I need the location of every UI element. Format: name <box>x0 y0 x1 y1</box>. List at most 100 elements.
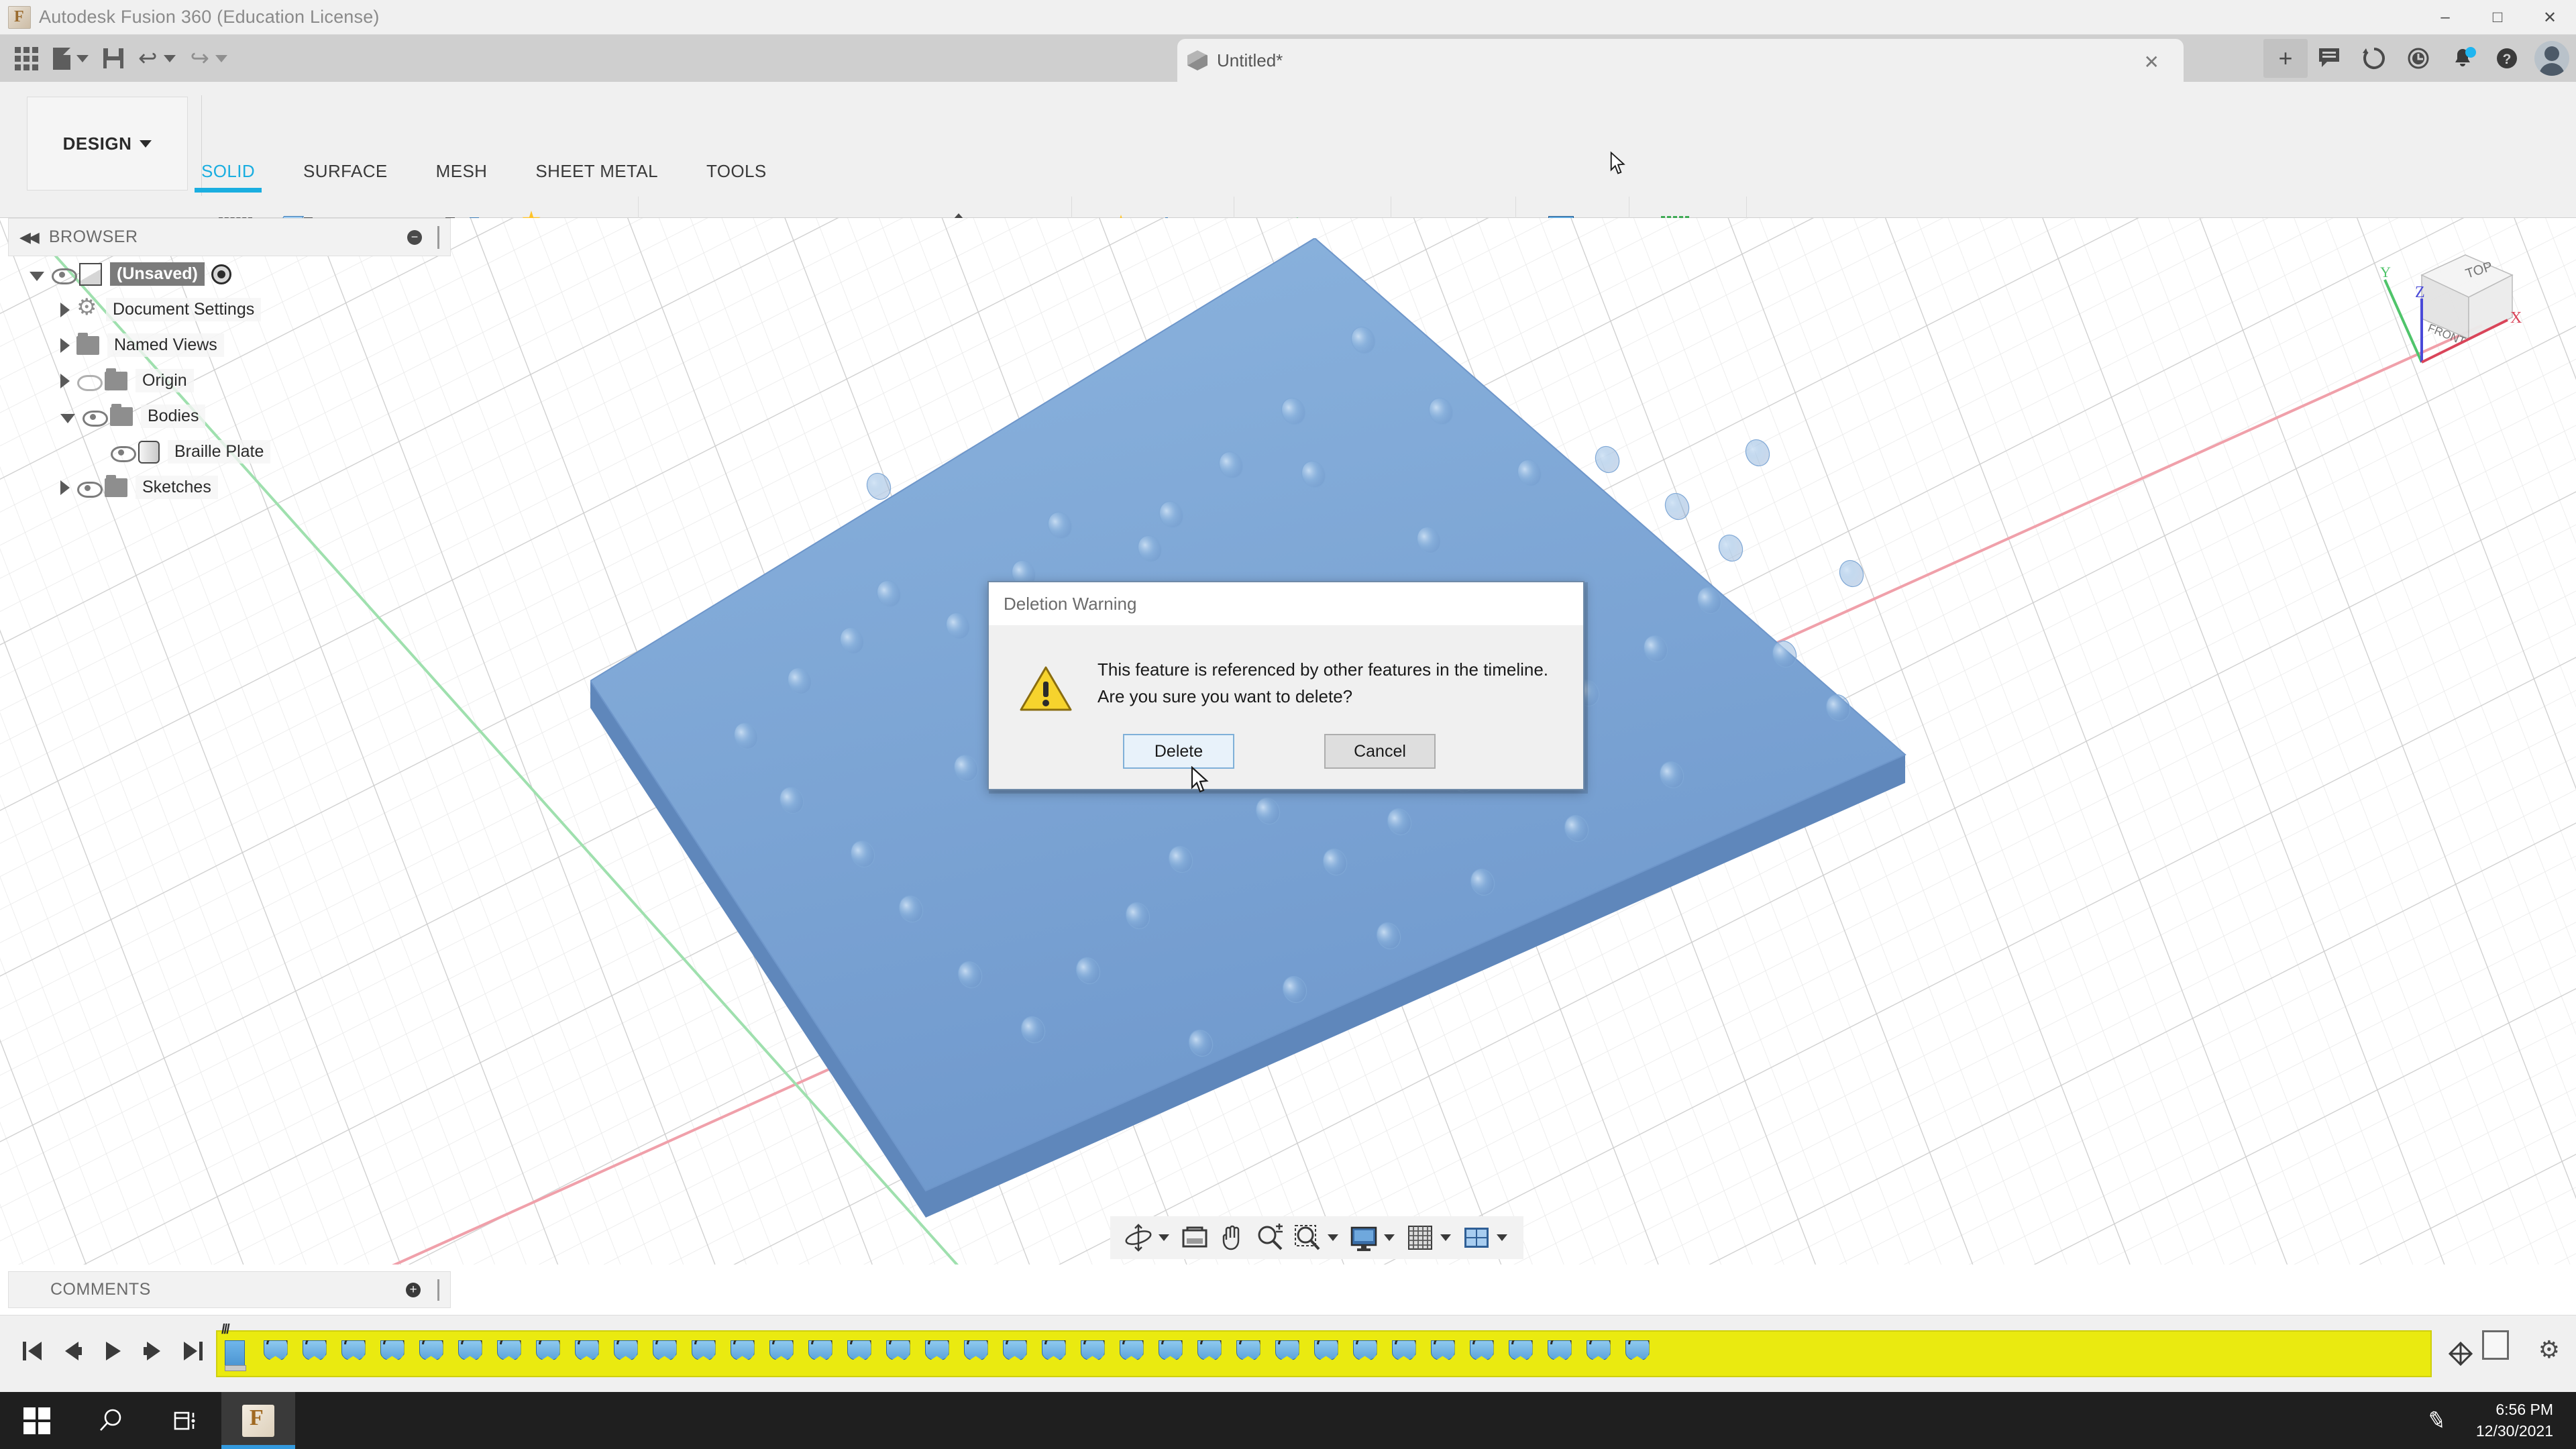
revolve-feature[interactable] <box>374 1333 413 1375</box>
add-comment-icon[interactable]: + <box>406 1283 421 1297</box>
timeline-step-back[interactable] <box>52 1328 93 1375</box>
collapse-left-icon[interactable]: ◀◀ <box>19 229 37 246</box>
tree-item-unsaved[interactable]: (Unsaved) <box>8 256 451 292</box>
save-button[interactable] <box>103 48 123 68</box>
revolve-feature[interactable] <box>1152 1333 1191 1375</box>
document-tab[interactable]: Untitled* ✕ <box>1177 39 2184 82</box>
viewports[interactable] <box>1458 1220 1495 1255</box>
tree-item-braille-plate[interactable]: Braille Plate <box>8 434 451 470</box>
tree-item-document-settings[interactable]: Document Settings <box>8 292 451 327</box>
tree-item-sketches[interactable]: Sketches <box>8 470 451 505</box>
visibility-eye-icon[interactable] <box>82 405 105 428</box>
tree-item-bodies[interactable]: Bodies <box>8 398 451 434</box>
tab-sheet-metal[interactable]: SHEET METAL <box>535 161 658 193</box>
visibility-eye-icon[interactable] <box>110 441 133 464</box>
tree-item-origin[interactable]: Origin <box>8 363 451 398</box>
chevron-down-icon[interactable] <box>1497 1234 1507 1241</box>
revolve-feature[interactable] <box>1308 1333 1346 1375</box>
delete-button[interactable]: Delete <box>1123 734 1234 769</box>
tab-mesh[interactable]: MESH <box>436 161 488 193</box>
comments-panel-header[interactable]: COMMENTS + <box>8 1271 451 1308</box>
revolve-feature[interactable] <box>686 1333 724 1375</box>
job-status-button[interactable] <box>2396 39 2440 78</box>
pen-workspace-icon[interactable]: ✎ <box>2425 1405 2449 1436</box>
timeline-step-forward[interactable] <box>133 1328 173 1375</box>
add-tab-button[interactable]: + <box>2263 39 2308 78</box>
timeline-track[interactable]: /// <box>216 1330 2432 1377</box>
minimize-icon[interactable]: − <box>407 230 422 245</box>
revolve-feature[interactable] <box>802 1333 841 1375</box>
revolve-feature[interactable] <box>569 1333 607 1375</box>
timeline-go-to-end[interactable] <box>173 1328 213 1375</box>
revolve-feature[interactable] <box>608 1333 646 1375</box>
panel-resize-grip[interactable] <box>437 226 439 249</box>
visibility-eye-off-icon[interactable] <box>76 370 99 392</box>
chevron-down-icon[interactable] <box>1328 1234 1338 1241</box>
extrude-feature[interactable]: /// <box>219 1333 257 1375</box>
expand-twisty-icon[interactable] <box>60 303 70 317</box>
pan-tool[interactable] <box>1214 1220 1251 1255</box>
close-icon[interactable]: ✕ <box>2144 51 2159 73</box>
maximize-button[interactable]: □ <box>2471 0 2524 35</box>
revolve-feature[interactable] <box>1503 1333 1541 1375</box>
taskbar-search-button[interactable] <box>74 1392 148 1449</box>
revolve-feature[interactable] <box>841 1333 879 1375</box>
expand-twisty-icon[interactable] <box>60 374 70 388</box>
minimize-button[interactable]: – <box>2419 0 2471 35</box>
notifications-button[interactable] <box>2440 39 2485 78</box>
revolve-feature[interactable] <box>919 1333 957 1375</box>
expand-twisty-icon[interactable] <box>60 414 75 423</box>
cancel-button[interactable]: Cancel <box>1324 734 1436 769</box>
look-at-tool[interactable] <box>1176 1220 1214 1255</box>
display-settings[interactable] <box>1345 1220 1383 1255</box>
revolve-feature[interactable] <box>1425 1333 1463 1375</box>
avatar[interactable] <box>2534 41 2569 76</box>
grid-snaps[interactable] <box>1401 1220 1439 1255</box>
view-cube[interactable]: TOP FRONT Y Z X <box>2355 238 2542 372</box>
revolve-feature[interactable] <box>1114 1333 1152 1375</box>
comments-button[interactable] <box>2308 39 2352 78</box>
revolve-feature[interactable] <box>1191 1333 1230 1375</box>
tab-tools[interactable]: TOOLS <box>706 161 767 193</box>
orbit-tool[interactable] <box>1120 1220 1157 1255</box>
fusion360-taskbar-button[interactable] <box>221 1392 295 1449</box>
revolve-feature[interactable] <box>880 1333 918 1375</box>
refresh-button[interactable] <box>2352 39 2396 78</box>
revolve-feature[interactable] <box>297 1333 335 1375</box>
activate-component-radio[interactable] <box>211 264 231 284</box>
revolve-feature[interactable] <box>1580 1333 1619 1375</box>
revolve-feature[interactable] <box>1619 1333 1658 1375</box>
tree-item-named-views[interactable]: Named Views <box>8 327 451 363</box>
revolve-feature[interactable] <box>1230 1333 1269 1375</box>
revolve-feature[interactable] <box>491 1333 529 1375</box>
clock[interactable]: 6:56 PM 12/30/2021 <box>2476 1399 2553 1441</box>
zoom-tool[interactable] <box>1251 1220 1289 1255</box>
start-button[interactable] <box>0 1392 74 1449</box>
expand-twisty-icon[interactable] <box>60 338 70 353</box>
revolve-feature[interactable] <box>1347 1333 1385 1375</box>
revolve-feature[interactable] <box>335 1333 374 1375</box>
tab-solid[interactable]: SOLID <box>201 161 255 193</box>
help-button[interactable]: ? <box>2485 39 2529 78</box>
revolve-feature[interactable] <box>452 1333 490 1375</box>
expand-twisty-icon[interactable] <box>30 272 44 281</box>
undo-button[interactable]: ↩ <box>138 47 176 70</box>
panel-resize-grip[interactable] <box>437 1279 439 1301</box>
revolve-feature[interactable] <box>413 1333 451 1375</box>
visibility-eye-icon[interactable] <box>76 476 99 499</box>
revolve-feature[interactable] <box>763 1333 802 1375</box>
timeline-go-to-beginning[interactable] <box>12 1328 52 1375</box>
gear-icon[interactable]: ⚙ <box>2538 1336 2560 1364</box>
revolve-feature[interactable] <box>1036 1333 1074 1375</box>
revolve-feature[interactable] <box>1075 1333 1113 1375</box>
workspace-selector[interactable]: DESIGN <box>27 97 188 191</box>
tab-surface[interactable]: SURFACE <box>303 161 388 193</box>
app-grid-button[interactable] <box>15 47 38 70</box>
revolve-feature[interactable] <box>1542 1333 1580 1375</box>
visibility-eye-icon[interactable] <box>51 263 74 286</box>
timeline-end-marker-icon[interactable] <box>2446 1332 2475 1376</box>
expand-twisty-icon[interactable] <box>60 480 70 495</box>
chevron-down-icon[interactable] <box>1384 1234 1395 1241</box>
revolve-feature[interactable] <box>958 1333 996 1375</box>
revolve-feature[interactable] <box>724 1333 763 1375</box>
